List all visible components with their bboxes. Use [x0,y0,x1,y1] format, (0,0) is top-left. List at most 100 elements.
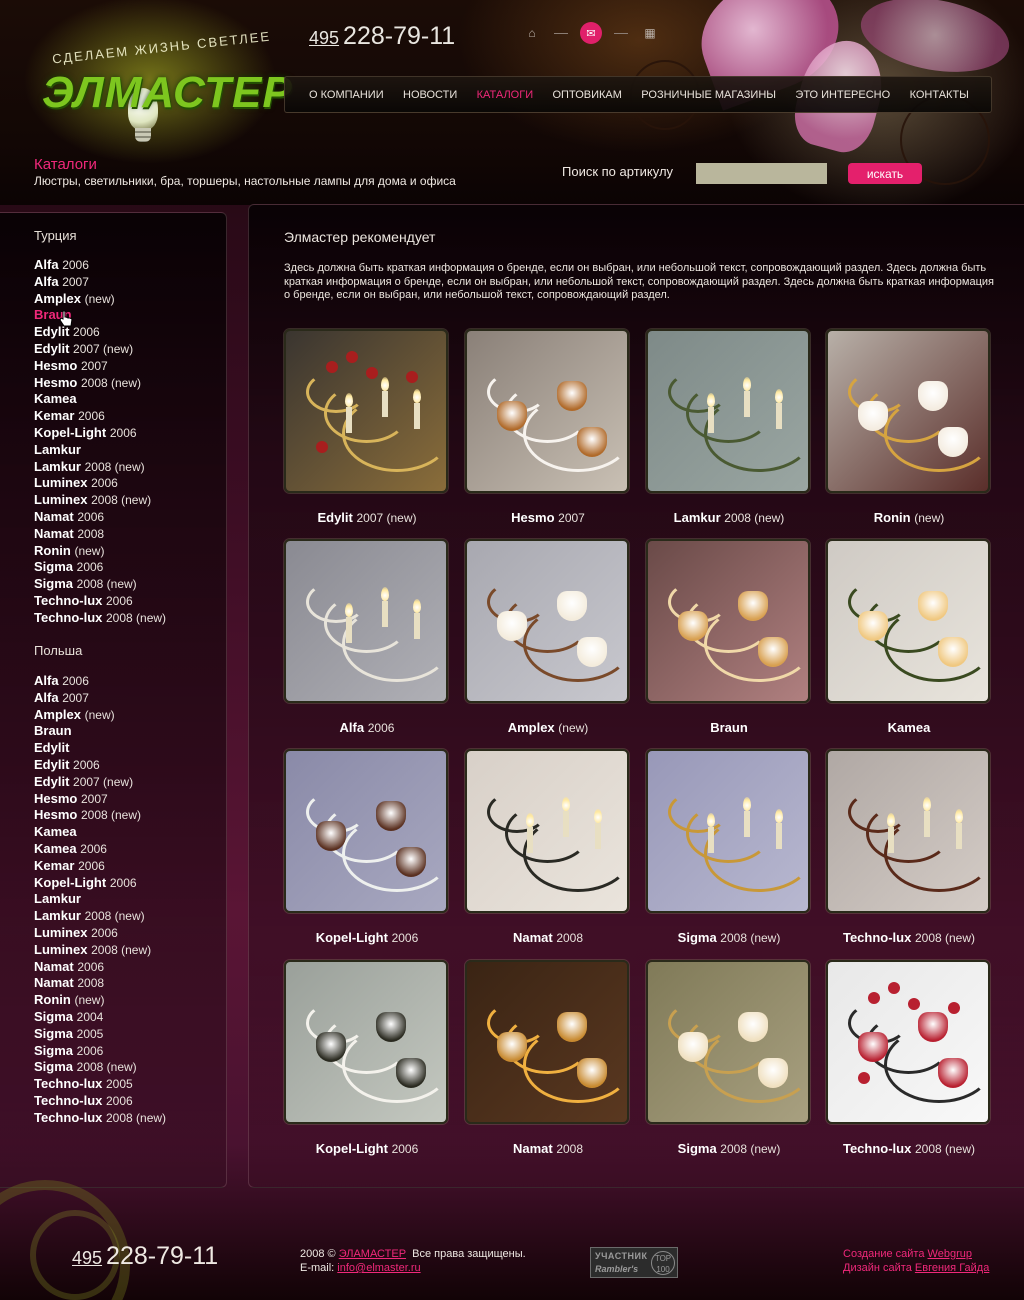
sidebar-brand-item[interactable]: Kemar 2006 [34,408,166,425]
sidebar-brand-item[interactable]: Luminex 2008 (new) [34,942,166,959]
product-card[interactable]: Techno-lux 2008 (new) [826,960,992,1156]
search-button[interactable]: искать [848,163,922,184]
product-card[interactable]: Techno-lux 2008 (new) [826,749,992,945]
sidebar-brand-item[interactable]: Kemar 2006 [34,858,166,875]
nav-item-6[interactable]: Контакты [910,89,969,101]
sidebar-brand-item[interactable]: Alfa 2007 [34,690,166,707]
footer-phone: 495 228-79-11 [72,1242,218,1271]
product-card[interactable]: Namat 2008 [465,749,631,945]
sidebar-brand-item[interactable]: Luminex 2008 (new) [34,492,166,509]
sidebar-brand-item[interactable]: Ronin (new) [34,543,166,560]
sidebar-brand-item[interactable]: Edylit 2007 (new) [34,341,166,358]
sidebar-brand-item[interactable]: Braun [34,723,166,740]
sidebar-brand-item[interactable]: Braun [34,307,166,324]
sidebar-brand-item[interactable]: Amplex (new) [34,291,166,308]
sidebar-brand-item[interactable]: Techno-lux 2008 (new) [34,610,166,627]
candle-flame [345,393,353,407]
decor-bud [948,1002,960,1014]
nav-item-1[interactable]: Новости [403,89,457,101]
sidebar-brand-item[interactable]: Edylit [34,740,166,757]
sidebar-brand-item[interactable]: Sigma 2008 (new) [34,1059,166,1076]
sidebar-brand-item[interactable]: Lamkur [34,442,166,459]
sidebar-brand-item[interactable]: Kamea 2006 [34,841,166,858]
home-icon[interactable]: ⌂ [522,23,542,43]
product-card[interactable]: Ronin (new) [826,329,992,525]
product-caption: Alfa 2006 [284,720,450,735]
sidebar-brand-item[interactable]: Luminex 2006 [34,475,166,492]
rambler-counter[interactable]: УЧАСТНИК Rambler's TOP 100 [590,1247,678,1278]
search-input[interactable] [696,163,827,184]
sidebar-brand-item[interactable]: Techno-lux 2008 (new) [34,1110,166,1127]
sidebar-brand-item[interactable]: Kopel-Light 2006 [34,425,166,442]
logo[interactable]: ЭЛМАСТЕР [42,68,293,118]
sidebar-brand-item[interactable]: Sigma 2006 [34,559,166,576]
nav-item-4[interactable]: Розничные магазины [641,89,776,101]
product-card[interactable]: Sigma 2008 (new) [646,749,812,945]
product-card[interactable]: Lamkur 2008 (new) [646,329,812,525]
sidebar-brand-item[interactable]: Techno-lux 2006 [34,593,166,610]
credit1-link[interactable]: Webgrup [928,1248,972,1260]
product-card[interactable]: Braun [646,539,812,735]
sidebar-brand-item[interactable]: Amplex (new) [34,707,166,724]
product-card[interactable]: Edylit 2007 (new) [284,329,450,525]
sidebar-brand-item[interactable]: Sigma 2006 [34,1043,166,1060]
product-card[interactable]: Amplex (new) [465,539,631,735]
product-year: 2008 (new) [720,931,781,945]
sidebar-brand-item[interactable]: Kopel-Light 2006 [34,875,166,892]
email-link[interactable]: info@elmaster.ru [337,1262,420,1274]
lamp-arm [342,605,446,682]
sidebar-brand-item[interactable]: Hesmo 2007 [34,791,166,808]
sidebar-brand-item[interactable]: Lamkur 2008 (new) [34,459,166,476]
sidebar-brand-item[interactable]: Alfa 2006 [34,673,166,690]
credit2-link[interactable]: Евгения Гайда [915,1262,989,1274]
product-image [465,749,629,913]
product-card[interactable]: Sigma 2008 (new) [646,960,812,1156]
nav-item-5[interactable]: Это интересно [795,89,890,101]
sidebar-brand-item[interactable]: Ronin (new) [34,992,166,1009]
nav-item-2[interactable]: Каталоги [477,89,533,101]
phone-number: 228-79-11 [343,22,456,50]
credits: Создание сайта Webgrup Дизайн сайта Евге… [843,1247,989,1275]
product-card[interactable]: Kopel-Light 2006 [284,749,450,945]
product-card[interactable]: Alfa 2006 [284,539,450,735]
sidebar-brand-item[interactable]: Lamkur [34,891,166,908]
sidebar-brand-item[interactable]: Sigma 2005 [34,1026,166,1043]
brand-year: 2008 (new) [91,493,152,508]
product-card[interactable]: Kamea [826,539,992,735]
sidebar-brand-item[interactable]: Hesmo 2008 (new) [34,375,166,392]
sidebar-brand-item[interactable]: Namat 2006 [34,959,166,976]
sidebar-brand-item[interactable]: Hesmo 2008 (new) [34,807,166,824]
sidebar-brand-item[interactable]: Hesmo 2007 [34,358,166,375]
nav-item-3[interactable]: Оптовикам [553,89,622,101]
product-caption: Techno-lux 2008 (new) [826,1141,992,1156]
sidebar-brand-item[interactable]: Alfa 2006 [34,257,166,274]
lamp-shade [577,637,607,667]
product-card[interactable]: Hesmo 2007 [465,329,631,525]
sidebar-brand-item[interactable]: Techno-lux 2005 [34,1076,166,1093]
sidebar-brand-item[interactable]: Edylit 2007 (new) [34,774,166,791]
sidebar-brand-item[interactable]: Kamea [34,824,166,841]
product-name: Kamea [887,720,931,735]
sidebar-brand-item[interactable]: Edylit 2006 [34,324,166,341]
mail-icon[interactable]: ✉ [580,22,602,44]
sidebar-brand-item[interactable]: Namat 2008 [34,975,166,992]
product-image [284,960,448,1124]
company-link[interactable]: ЭЛАМАСТЕР [339,1248,406,1260]
sidebar-brand-item[interactable]: Edylit 2006 [34,757,166,774]
sidebar-brand-item[interactable]: Namat 2008 [34,526,166,543]
nav-item-0[interactable]: О компании [309,89,384,101]
sidebar-brand-item[interactable]: Sigma 2008 (new) [34,576,166,593]
sidebar-brand-item[interactable]: Sigma 2004 [34,1009,166,1026]
sidebar-brand-item[interactable]: Lamkur 2008 (new) [34,908,166,925]
candle-flame [562,797,570,811]
product-card[interactable]: Namat 2008 [465,960,631,1156]
sidebar-brand-item[interactable]: Luminex 2006 [34,925,166,942]
sidebar-brand-item[interactable]: Techno-lux 2006 [34,1093,166,1110]
sidebar-brand-item[interactable]: Kamea [34,391,166,408]
candle [382,391,388,417]
sitemap-icon[interactable]: ▦ [640,23,660,43]
product-card[interactable]: Kopel-Light 2006 [284,960,450,1156]
lamp-shade [858,401,888,431]
sidebar-brand-item[interactable]: Alfa 2007 [34,274,166,291]
sidebar-brand-item[interactable]: Namat 2006 [34,509,166,526]
